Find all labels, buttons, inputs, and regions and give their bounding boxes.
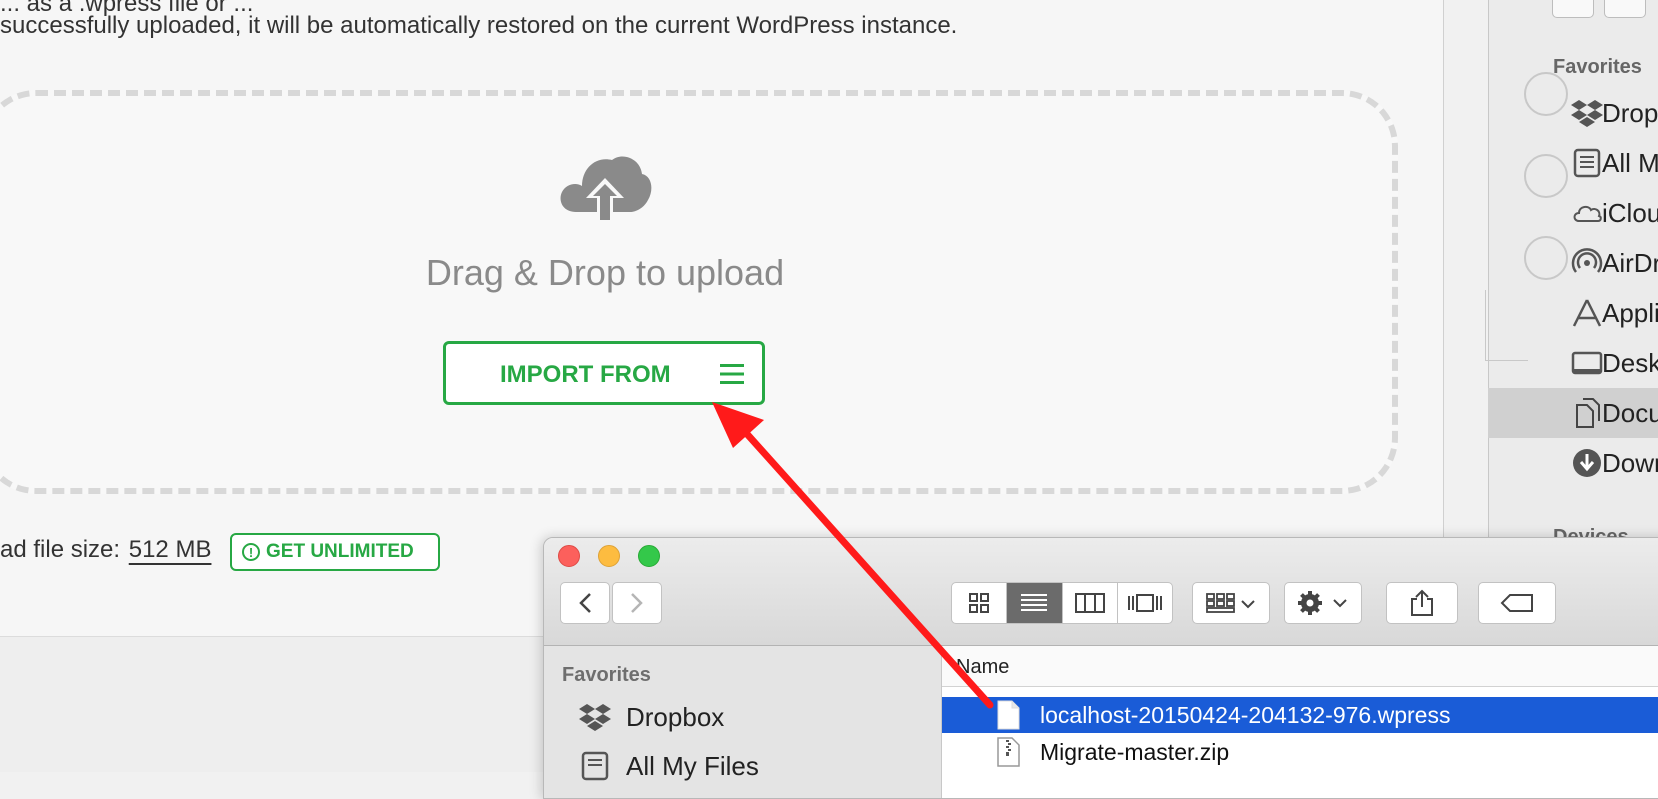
exclamation-icon: ! <box>242 543 260 561</box>
name-column-header[interactable]: Name <box>942 646 1658 687</box>
forward-button[interactable] <box>1604 0 1646 18</box>
column-view-button[interactable] <box>1063 583 1118 623</box>
import-from-button[interactable]: IMPORT FROM <box>443 341 765 405</box>
grid-icon <box>969 593 990 613</box>
sidebar-item-applications[interactable]: Applications <box>1488 288 1658 338</box>
zip-icon <box>997 737 1020 767</box>
cover-flow-button[interactable] <box>1118 583 1172 623</box>
documents-icon <box>1576 398 1600 428</box>
applications-icon <box>1572 299 1602 327</box>
get-unlimited-button[interactable]: ! GET UNLIMITED <box>230 533 440 571</box>
minimize-window-button[interactable] <box>598 545 620 567</box>
action-button[interactable] <box>1284 582 1362 624</box>
sidebar-item-downloads[interactable]: Downloads <box>1488 438 1658 488</box>
gear-icon <box>1298 591 1347 615</box>
sidebar-item-icloud[interactable]: iCloud Drive <box>1488 188 1658 238</box>
file-name: localhost-20150424-204132-976.wpress <box>1040 701 1451 728</box>
desktop-icon <box>1571 351 1603 375</box>
get-unlimited-label: GET UNLIMITED <box>266 541 414 562</box>
all-files-icon <box>581 751 609 781</box>
icon-view-button[interactable] <box>952 583 1008 623</box>
menu-icon <box>720 364 744 384</box>
back-button[interactable] <box>560 582 610 624</box>
finder-window[interactable]: Favorites Dropbox All My Files Name loca… <box>543 537 1658 799</box>
document-icon <box>997 700 1020 730</box>
tags-button[interactable] <box>1478 582 1556 624</box>
arrange-icon <box>1206 593 1255 613</box>
sidebar-item-dropbox[interactable]: Dropbox <box>578 701 724 733</box>
instruction-text: successfully uploaded, it will be automa… <box>0 12 958 39</box>
sidebar-item-desktop[interactable]: Desktop <box>1488 338 1658 388</box>
file-row[interactable]: Migrate-master.zip <box>942 734 1658 770</box>
cover-flow-icon <box>1127 594 1162 612</box>
tag-icon <box>1500 594 1533 612</box>
list-view-button[interactable] <box>1007 583 1063 623</box>
close-window-button[interactable] <box>558 545 580 567</box>
divider <box>1443 0 1444 540</box>
max-upload-size: ad file size: 512 MB <box>0 536 211 564</box>
arrange-button[interactable] <box>1192 582 1270 624</box>
all-files-icon <box>1573 148 1601 178</box>
sidebar-item-dropbox[interactable]: Dropbox <box>1488 88 1658 138</box>
max-size-label: ad file size: <box>0 536 121 563</box>
list-icon <box>1021 594 1048 611</box>
back-button[interactable] <box>1552 0 1594 18</box>
file-row-selected[interactable]: localhost-20150424-204132-976.wpress <box>942 697 1658 733</box>
share-icon <box>1411 589 1433 616</box>
icloud-icon <box>1573 205 1602 222</box>
max-size-value: 512 MB <box>128 536 212 563</box>
import-from-label: IMPORT FROM <box>500 361 671 388</box>
file-list[interactable]: Name localhost-20150424-204132-976.wpres… <box>942 646 1658 798</box>
share-button[interactable] <box>1386 582 1458 624</box>
dropbox-icon <box>579 704 611 731</box>
sidebar-item-label: Dropbox <box>626 701 725 732</box>
columns-icon <box>1074 593 1105 613</box>
sidebar-item-all-files[interactable]: All My Files <box>578 750 759 782</box>
forward-button[interactable] <box>612 582 662 624</box>
dropbox-icon <box>1571 100 1603 127</box>
drag-drop-label: Drag & Drop to upload <box>425 252 785 293</box>
chevron-left-icon <box>579 593 591 613</box>
sidebar-item-airdrop[interactable]: AirDrop <box>1488 238 1658 288</box>
downloads-icon <box>1573 449 1601 477</box>
chevron-right-icon <box>631 593 643 613</box>
favorites-heading: Favorites <box>562 664 651 686</box>
sidebar-item-documents[interactable]: Documents <box>1488 388 1658 438</box>
view-mode-selector[interactable] <box>951 582 1173 624</box>
file-name: Migrate-master.zip <box>1040 738 1230 765</box>
sidebar-item-all-files[interactable]: All My Files <box>1488 138 1658 188</box>
zoom-window-button[interactable] <box>638 545 660 567</box>
sidebar-item-label: All My Files <box>626 750 759 781</box>
finder-toolbar <box>544 538 1658 646</box>
cloud-upload-icon <box>560 156 652 224</box>
favorites-heading: Favorites <box>1553 56 1642 78</box>
airdrop-icon <box>1571 248 1603 273</box>
